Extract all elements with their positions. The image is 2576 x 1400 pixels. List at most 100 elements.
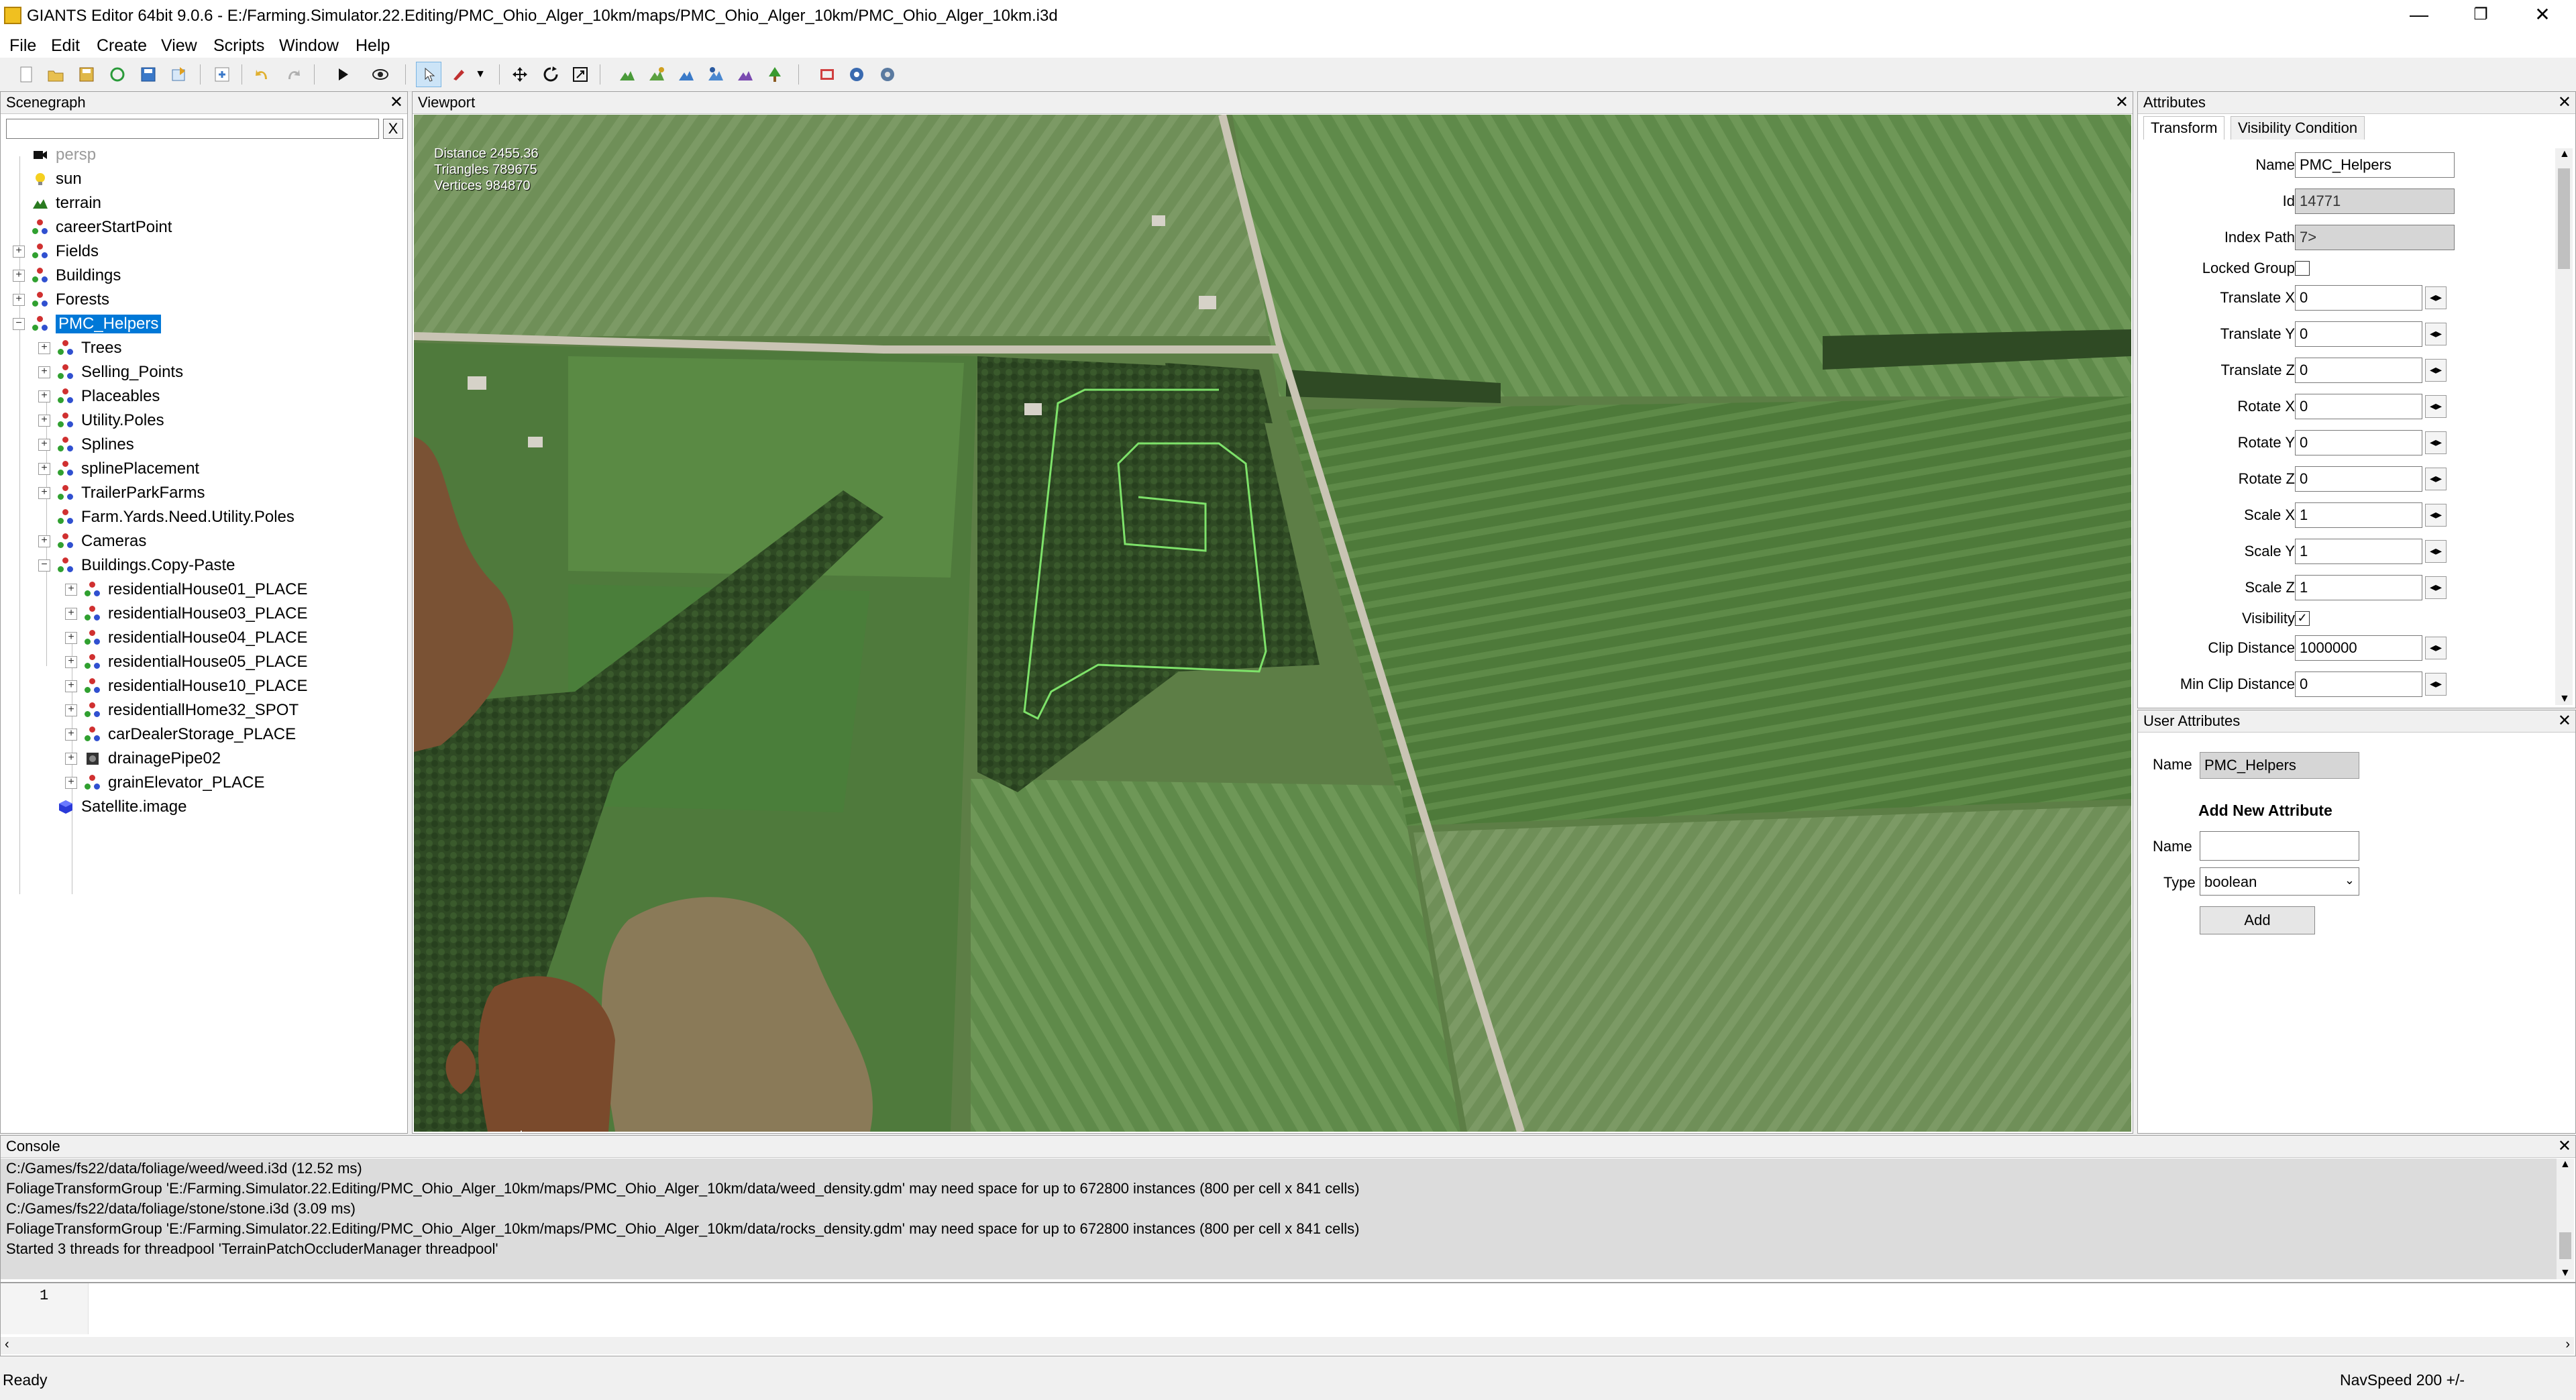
expand-icon[interactable]: + [38,415,50,427]
scrollbar-thumb[interactable] [2558,168,2570,269]
tree-node-Forests[interactable]: + Forests [13,288,109,312]
terrain-paint-icon[interactable] [644,62,669,87]
open-icon[interactable] [43,62,68,87]
close-button[interactable]: ✕ [2512,0,2573,32]
user-attributes-close-icon[interactable]: ✕ [2558,710,2571,732]
expand-icon[interactable]: + [65,656,77,668]
scroll-down-icon[interactable]: ▼ [2560,1267,2571,1279]
menu-edit[interactable]: Edit [47,35,84,57]
clip-distance-field[interactable]: 1000000 [2295,635,2422,661]
collapse-icon[interactable]: − [13,318,25,330]
scroll-up-icon[interactable]: ▲ [2560,1159,2571,1171]
tree-node-Placeables[interactable]: + Placeables [38,384,160,409]
console-scrollbar[interactable]: ▲ ▼ [2557,1159,2574,1279]
export-icon[interactable] [166,62,192,87]
menu-file[interactable]: File [5,35,40,57]
tree-node-Utility.Poles[interactable]: + Utility.Poles [38,409,164,433]
tab-visibility-condition[interactable]: Visibility Condition [2231,116,2365,140]
visibility-checkbox[interactable]: ✓ [2295,611,2310,626]
tree-node-Selling_Points[interactable]: + Selling_Points [38,360,183,384]
save-as-icon[interactable] [136,62,161,87]
expand-icon[interactable]: + [38,366,50,378]
viewport-canvas[interactable]: Distance 2455.36 Triangles 789675 Vertic… [414,115,2131,1132]
move-icon[interactable] [507,62,533,87]
tree-node-splinePlacement[interactable]: + splinePlacement [38,457,199,481]
expand-icon[interactable]: + [65,584,77,596]
tree-node-Fields[interactable]: + Fields [13,239,99,264]
scroll-up-icon[interactable]: ▲ [2559,148,2570,160]
expand-icon[interactable]: + [65,729,77,741]
scenegraph-search-clear-button[interactable]: X [383,119,403,139]
expand-icon[interactable]: + [65,680,77,692]
tree-node-residentialHouse05_PLACE[interactable]: + residentialHouse05_PLACE [65,650,308,674]
gear-c-icon[interactable] [875,62,900,87]
tree-node-terrain[interactable]: terrain [13,191,101,215]
tree-node-grainElevator_PLACE[interactable]: + grainElevator_PLACE [65,771,264,795]
scale-z-field[interactable]: 1 [2295,575,2422,600]
scale-z-spinner-icon[interactable]: ◂▸ [2425,576,2447,599]
menu-view[interactable]: View [157,35,201,57]
menu-create[interactable]: Create [93,35,151,57]
rotate-z-field[interactable]: 0 [2295,466,2422,492]
select-icon[interactable] [416,62,441,87]
translate-x-spinner-icon[interactable]: ◂▸ [2425,286,2447,309]
expand-icon[interactable]: + [65,777,77,789]
scenegraph-search-input[interactable] [6,119,379,139]
translate-y-field[interactable]: 0 [2295,321,2422,347]
expand-icon[interactable]: + [38,439,50,451]
tree-node-residentialHouse04_PLACE[interactable]: + residentialHouse04_PLACE [65,626,308,650]
expand-icon[interactable]: + [13,270,25,282]
scenegraph-close-icon[interactable]: ✕ [390,92,403,113]
new-icon[interactable] [13,62,39,87]
tree-node-drainagePipe02[interactable]: + drainagePipe02 [65,747,221,771]
tree-node-persp[interactable]: persp [13,143,96,167]
translate-z-spinner-icon[interactable]: ◂▸ [2425,359,2447,382]
expand-icon[interactable]: + [38,390,50,402]
tree-node-carDealerStorage_PLACE[interactable]: + carDealerStorage_PLACE [65,722,296,747]
viewport-close-icon[interactable]: ✕ [2115,92,2129,113]
gear-b-icon[interactable] [844,62,869,87]
clip-distance-spinner-icon[interactable]: ◂▸ [2425,637,2447,659]
scale-x-field[interactable]: 1 [2295,502,2422,528]
new-attr-name-input[interactable] [2200,831,2359,861]
scroll-right-icon[interactable]: › [2565,1337,2570,1352]
collapse-icon[interactable]: − [38,559,50,572]
expand-icon[interactable]: + [65,608,77,620]
name-field[interactable]: PMC_Helpers [2295,152,2455,178]
expand-icon[interactable]: + [65,704,77,716]
rotate-x-spinner-icon[interactable]: ◂▸ [2425,395,2447,418]
expand-icon[interactable]: + [65,632,77,644]
rotate-icon[interactable] [538,62,564,87]
texture-paint-icon[interactable] [733,62,758,87]
play-icon[interactable] [330,62,356,87]
undo-icon[interactable] [250,62,275,87]
minimize-button[interactable]: — [2388,0,2450,32]
reload-icon[interactable] [105,62,130,87]
locked-group-checkbox[interactable] [2295,261,2310,276]
translate-x-field[interactable]: 0 [2295,285,2422,311]
tree-node-Satellite.image[interactable]: Satellite.image [38,795,186,819]
min-clip-distance-field[interactable]: 0 [2295,671,2422,697]
console-input-editor[interactable]: 1 ‹ › [0,1283,2576,1356]
tree-node-careerStartPoint[interactable]: careerStartPoint [13,215,172,239]
attributes-scrollbar[interactable]: ▲ ▼ [2555,148,2573,705]
scale-y-field[interactable]: 1 [2295,539,2422,564]
expand-icon[interactable]: + [65,753,77,765]
foliage-paint-icon[interactable] [674,62,699,87]
translate-z-field[interactable]: 0 [2295,358,2422,383]
scroll-left-icon[interactable]: ‹ [5,1337,9,1352]
add-attribute-button[interactable]: Add [2200,906,2315,934]
tree-node-TrailerParkFarms[interactable]: + TrailerParkFarms [38,481,205,505]
tree-node-residentialHouse10_PLACE[interactable]: + residentialHouse10_PLACE [65,674,308,698]
translate-y-spinner-icon[interactable]: ◂▸ [2425,323,2447,345]
scale-icon[interactable] [568,62,593,87]
scroll-down-icon[interactable]: ▼ [2559,693,2570,705]
scale-x-spinner-icon[interactable]: ◂▸ [2425,504,2447,527]
rotate-z-spinner-icon[interactable]: ◂▸ [2425,468,2447,490]
new-attr-type-select[interactable]: boolean ⌄ [2200,867,2359,896]
rotate-y-field[interactable]: 0 [2295,430,2422,455]
tree-node-sun[interactable]: sun [13,167,82,191]
tree-node-PMC_Helpers[interactable]: − PMC_Helpers [13,312,162,336]
gear-a-icon[interactable] [814,62,840,87]
expand-icon[interactable]: + [38,463,50,475]
